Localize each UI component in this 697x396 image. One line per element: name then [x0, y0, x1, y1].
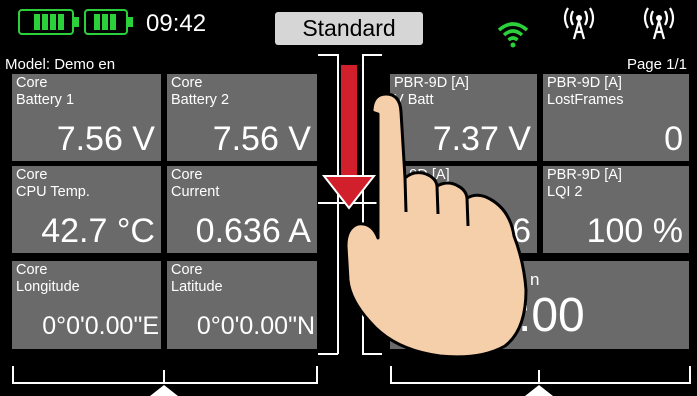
tile-label: PBR-9D [A] LostFrames: [547, 75, 624, 108]
divider: [318, 353, 338, 355]
tile-label: Core Battery 1: [16, 75, 75, 108]
tile-value: 0: [664, 120, 683, 158]
tile-value: 7.56 V: [212, 120, 311, 158]
tile-label: PBR-9D [A] V Batt: [394, 75, 469, 108]
divider: [362, 54, 364, 354]
tile-value: 0.636 A: [195, 212, 311, 250]
tile-label: n: [530, 270, 540, 289]
divider: [318, 202, 382, 204]
tile-value: 100 %: [586, 212, 683, 250]
tile-label: Core Latitude: [171, 262, 223, 295]
mode-button[interactable]: Standard: [275, 12, 423, 45]
battery-icon: [18, 9, 79, 35]
tile-value: 6: [512, 212, 531, 250]
clock: 09:42: [146, 10, 207, 37]
telemetry-tile[interactable]: Core Current 0.636 A: [167, 166, 317, 253]
tile-value: :00: [518, 289, 585, 342]
divider: [538, 370, 540, 384]
telemetry-tile[interactable]: R-9D [A] 6: [390, 166, 537, 253]
telemetry-tile[interactable]: Core Battery 1 7.56 V: [12, 74, 161, 161]
telemetry-tile[interactable]: Core Longitude 0°0'0.00"E: [12, 261, 161, 349]
page-bracket: [390, 366, 691, 384]
divider: [318, 54, 338, 56]
page-marker-icon: [525, 385, 553, 396]
telemetry-tile[interactable]: PBR-9D [A] V Batt 7.37 V: [390, 74, 537, 161]
antenna-icon: [563, 7, 595, 40]
tile-value: 0°0'0.00"N: [196, 312, 315, 340]
page-indicator: Page 1/1: [626, 56, 687, 73]
tile-value: 7.37 V: [432, 120, 531, 158]
divider: [362, 353, 382, 355]
tile-label: PBR-9D [A] LQI 2: [547, 167, 622, 200]
tile-label: Core Battery 2: [171, 75, 230, 108]
telemetry-tile[interactable]: PBR-9D [A] LostFrames 0: [543, 74, 689, 161]
divider: [362, 54, 382, 56]
tile-label: Core Longitude: [16, 262, 80, 295]
tile-value: 7.56 V: [56, 120, 155, 158]
telemetry-tile[interactable]: Core CPU Temp. 42.7 °C: [12, 166, 161, 253]
tile-label: R-9D [A]: [394, 167, 450, 183]
page-marker-icon: [150, 385, 178, 396]
telemetry-tile[interactable]: n :00: [390, 261, 689, 349]
telemetry-tile[interactable]: PBR-9D [A] LQI 2 100 %: [543, 166, 689, 253]
tile-value: 0°0'0.00"E: [42, 312, 159, 340]
antenna-icon: [643, 7, 675, 40]
tile-label: Core Current: [171, 167, 220, 200]
divider: [163, 370, 165, 384]
model-name: Model: Demo en: [5, 56, 116, 73]
page-bracket: [12, 366, 318, 384]
tile-value: 42.7 °C: [41, 212, 155, 250]
telemetry-tile[interactable]: Core Battery 2 7.56 V: [167, 74, 317, 161]
telemetry-tile[interactable]: Core Latitude 0°0'0.00"N: [167, 261, 317, 349]
wifi-icon: [497, 22, 529, 48]
swipe-down-arrow: [321, 65, 377, 210]
battery-icon: [84, 9, 133, 35]
status-bar: 09:42 Standard: [0, 0, 697, 52]
divider: [337, 54, 339, 354]
tile-label: Core CPU Temp.: [16, 167, 90, 200]
